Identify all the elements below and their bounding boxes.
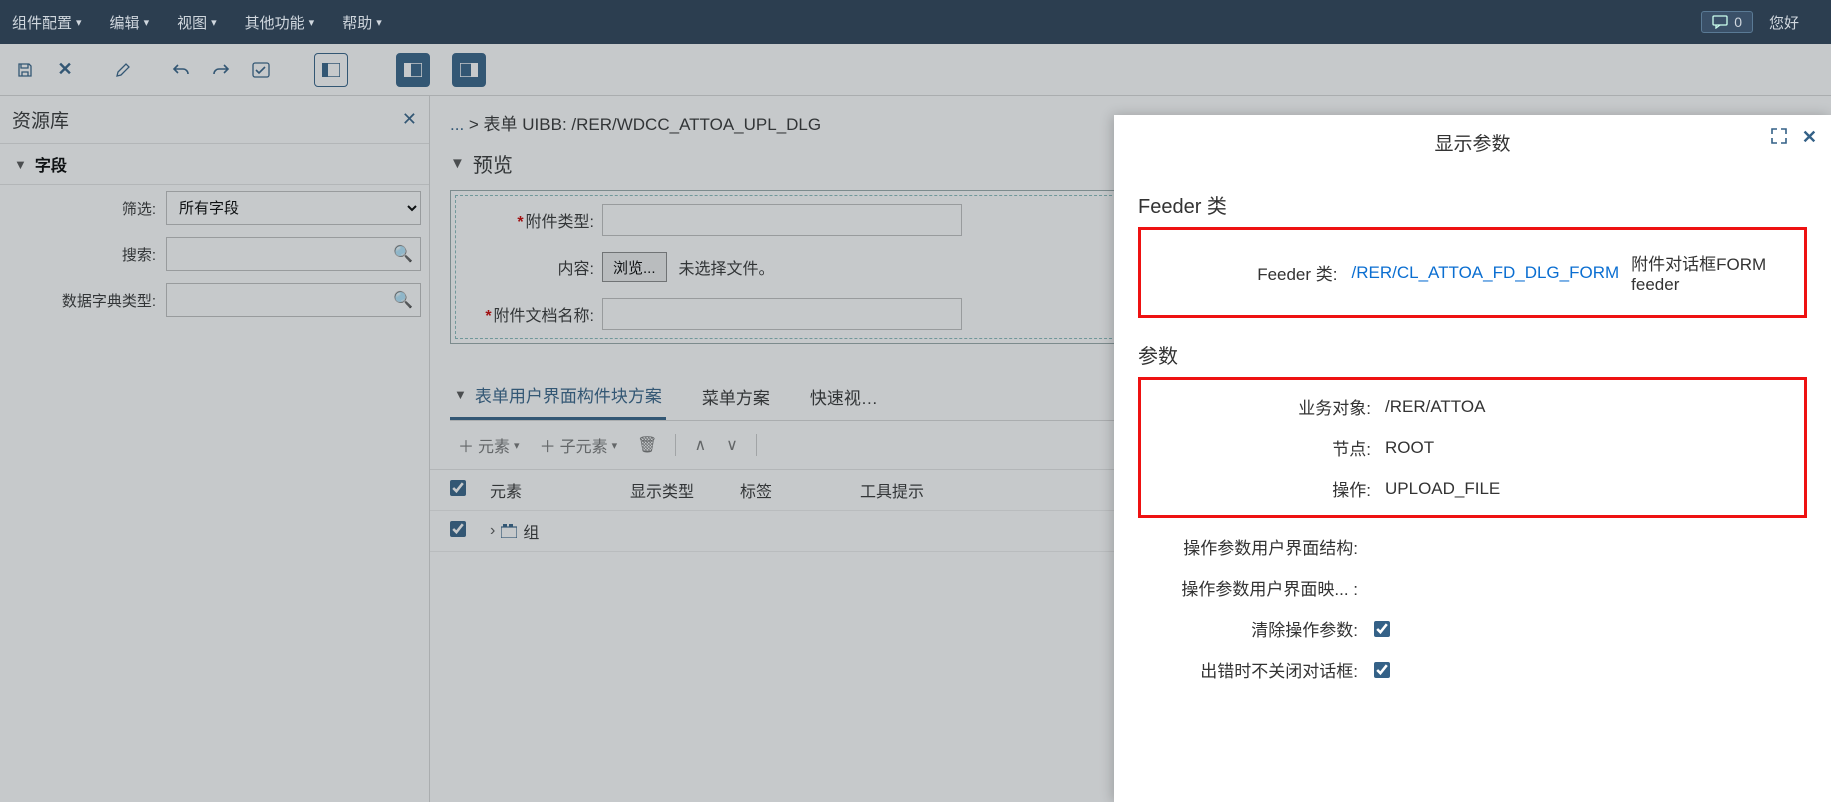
col-display-type: 显示类型 — [630, 478, 740, 502]
chevron-down-icon: ▾ — [76, 16, 82, 29]
browse-button[interactable]: 浏览... — [602, 252, 667, 282]
notification-badge[interactable]: 0 — [1701, 11, 1753, 33]
param-node-value: ROOT — [1385, 438, 1790, 458]
toolbar: ✕ — [0, 44, 1831, 96]
comment-icon — [1712, 15, 1728, 29]
feeder-class-link[interactable]: /RER/CL_ATTOA_FD_DLG_FORM — [1352, 263, 1620, 283]
param-node-row: 节点: ROOT — [1151, 427, 1794, 468]
plus-icon: ＋ — [458, 433, 474, 457]
menu-help[interactable]: 帮助▾ — [342, 12, 382, 33]
tab-quick-view[interactable]: 快速视… — [806, 374, 882, 419]
row-element-name: 组 — [523, 519, 539, 543]
param-ui-struct-row: 操作参数用户界面结构: — [1138, 526, 1807, 567]
param-err-row: 出错时不关闭对话框: — [1138, 649, 1807, 690]
menu-other[interactable]: 其他功能▾ — [245, 12, 315, 33]
tab-form-uibb-schema[interactable]: ▼表单用户界面构件块方案 — [450, 372, 666, 420]
params-section-title: 参数 — [1138, 340, 1807, 369]
col-label: 标签 — [740, 478, 860, 502]
chevron-down-icon: ▾ — [309, 16, 315, 29]
chevron-down-icon: ▾ — [211, 16, 217, 29]
row-checkbox[interactable] — [450, 521, 466, 537]
menu-edit[interactable]: 编辑▾ — [110, 12, 150, 33]
clear-params-checkbox[interactable] — [1374, 621, 1390, 637]
ddic-row: 数据字典类型: 🔍 — [0, 277, 429, 323]
close-icon[interactable]: ✕ — [1802, 127, 1817, 148]
popup-header: 显示参数 ✕ — [1114, 115, 1831, 170]
feeder-section-title: Feeder 类 — [1138, 190, 1807, 219]
param-op-value: UPLOAD_FILE — [1385, 479, 1790, 499]
add-element-button[interactable]: ＋元素▾ — [450, 429, 528, 461]
attach-type-input[interactable] — [602, 204, 962, 236]
move-down-button[interactable]: ∨ — [718, 431, 746, 459]
sidebar-close-icon[interactable]: ✕ — [402, 109, 417, 130]
layout-left-panel-button[interactable] — [396, 53, 430, 87]
tab-menu-schema[interactable]: 菜单方案 — [698, 374, 774, 419]
select-all-checkbox[interactable] — [450, 480, 466, 496]
delete-button[interactable]: 🗑 — [629, 431, 665, 459]
sidebar-title: 资源库 — [12, 106, 69, 133]
params-highlight: 业务对象: /RER/ATTOA 节点: ROOT 操作: UPLOAD_FIL… — [1138, 377, 1807, 518]
file-status: 未选择文件。 — [679, 255, 775, 279]
trash-icon: 🗑 — [637, 435, 657, 455]
greeting-text: 您好 — [1769, 12, 1799, 33]
notif-count: 0 — [1734, 14, 1742, 30]
filter-label: 筛选: — [8, 198, 156, 219]
feeder-class-label: Feeder 类: — [1155, 260, 1352, 285]
chevron-down-icon: ▾ — [144, 16, 150, 29]
param-ui-map-row: 操作参数用户界面映... : — [1138, 567, 1807, 608]
preview-title: 预览 — [473, 149, 513, 178]
move-up-button[interactable]: ∧ — [686, 431, 714, 459]
popup-title: 显示参数 — [1434, 129, 1510, 156]
plus-icon: ＋ — [540, 433, 556, 457]
close-icon[interactable]: ✕ — [48, 53, 82, 87]
search-input[interactable] — [166, 237, 421, 271]
edit-icon[interactable] — [106, 53, 140, 87]
sidebar-header: 资源库 ✕ — [0, 96, 429, 143]
filter-row: 筛选: 所有字段 — [0, 185, 429, 231]
param-bo-value: /RER/ATTOA — [1385, 397, 1790, 417]
top-menu-bar: 组件配置▾ 编辑▾ 视图▾ 其他功能▾ 帮助▾ 0 您好 — [0, 0, 1831, 44]
col-element: 元素 — [490, 478, 630, 502]
layout-right-panel-button[interactable] — [452, 53, 486, 87]
doc-name-input[interactable] — [602, 298, 962, 330]
redo-icon[interactable] — [204, 53, 238, 87]
search-row: 搜索: 🔍 — [0, 231, 429, 277]
add-child-element-button[interactable]: ＋子元素▾ — [532, 429, 626, 461]
breadcrumb-current: 表单 UIBB: /RER/WDCC_ATTOA_UPL_DLG — [484, 115, 822, 134]
layout-single-button[interactable] — [314, 53, 348, 87]
menu-component-config[interactable]: 组件配置▾ — [12, 12, 82, 33]
ddic-input[interactable] — [166, 283, 421, 317]
chevron-down-icon: ▾ — [612, 439, 618, 452]
sidebar: 资源库 ✕ ▼ 字段 筛选: 所有字段 搜索: 🔍 数据字典类型: — [0, 96, 430, 802]
chevron-down-icon: ▼ — [450, 155, 465, 172]
search-label: 搜索: — [8, 244, 156, 265]
chevron-down-icon: ▼ — [454, 387, 467, 402]
param-bo-row: 业务对象: /RER/ATTOA — [1151, 386, 1794, 427]
feeder-class-row: Feeder 类: /RER/CL_ATTOA_FD_DLG_FORM 附件对话… — [1151, 242, 1794, 303]
section-label: 字段 — [35, 152, 67, 176]
menu-view[interactable]: 视图▾ — [177, 12, 217, 33]
feeder-highlight: Feeder 类: /RER/CL_ATTOA_FD_DLG_FORM 附件对话… — [1138, 227, 1807, 318]
filter-select[interactable]: 所有字段 — [166, 191, 421, 225]
chevron-down-icon: ▾ — [376, 16, 382, 29]
display-params-panel: 显示参数 ✕ Feeder 类 Feeder 类: /RER/CL_ATTOA_… — [1114, 115, 1831, 802]
group-icon — [501, 524, 517, 538]
col-tooltip: 工具提示 — [860, 478, 960, 502]
breadcrumb-link[interactable]: ... — [450, 115, 464, 134]
undo-icon[interactable] — [164, 53, 198, 87]
chevron-down-icon: ▾ — [514, 439, 520, 452]
sidebar-section-fields[interactable]: ▼ 字段 — [0, 143, 429, 185]
ddic-label: 数据字典类型: — [8, 290, 156, 311]
expand-icon[interactable]: › — [490, 522, 495, 540]
save-icon[interactable] — [8, 53, 42, 87]
no-close-on-error-checkbox[interactable] — [1374, 662, 1390, 678]
check-icon[interactable] — [244, 53, 278, 87]
chevron-down-icon: ▼ — [14, 157, 27, 172]
feeder-class-desc: 附件对话框FORM feeder — [1631, 250, 1790, 295]
param-op-row: 操作: UPLOAD_FILE — [1151, 468, 1794, 509]
param-clear-row: 清除操作参数: — [1138, 608, 1807, 649]
expand-icon[interactable] — [1770, 127, 1788, 148]
